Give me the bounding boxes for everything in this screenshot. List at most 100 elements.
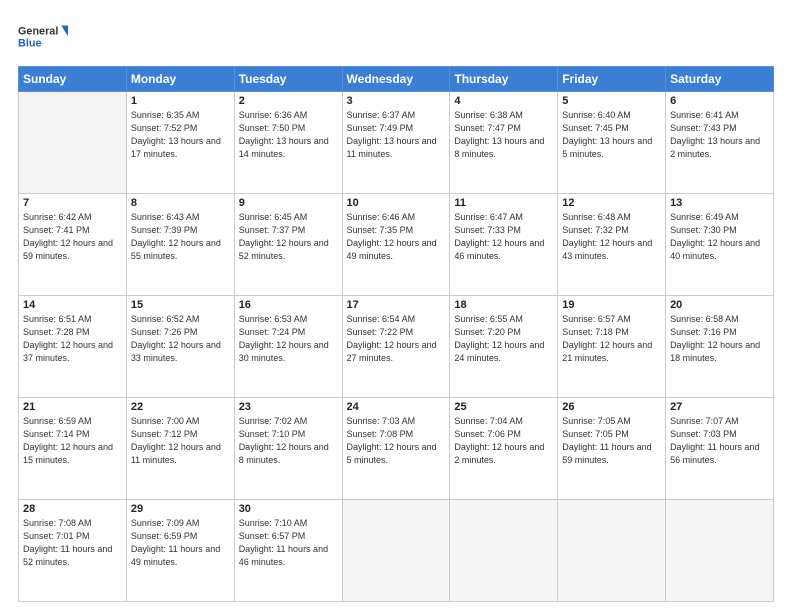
day-info: Sunrise: 7:03 AMSunset: 7:08 PMDaylight:…	[347, 415, 446, 467]
calendar-day-cell: 24 Sunrise: 7:03 AMSunset: 7:08 PMDayligh…	[342, 398, 450, 500]
day-number: 7	[23, 197, 122, 209]
day-number: 16	[239, 299, 338, 311]
day-info: Sunrise: 6:43 AMSunset: 7:39 PMDaylight:…	[131, 211, 230, 263]
calendar-day-cell: 29 Sunrise: 7:09 AMSunset: 6:59 PMDayligh…	[126, 500, 234, 602]
day-info: Sunrise: 7:07 AMSunset: 7:03 PMDaylight:…	[670, 415, 769, 467]
day-number: 8	[131, 197, 230, 209]
day-number: 29	[131, 503, 230, 515]
day-number: 11	[454, 197, 553, 209]
day-info: Sunrise: 6:47 AMSunset: 7:33 PMDaylight:…	[454, 211, 553, 263]
calendar-day-cell	[558, 500, 666, 602]
day-number: 3	[347, 95, 446, 107]
day-number: 12	[562, 197, 661, 209]
calendar-week-row: 14 Sunrise: 6:51 AMSunset: 7:28 PMDayligh…	[19, 296, 774, 398]
calendar-table: SundayMondayTuesdayWednesdayThursdayFrid…	[18, 66, 774, 602]
calendar-day-cell: 9 Sunrise: 6:45 AMSunset: 7:37 PMDaylight…	[234, 194, 342, 296]
weekday-header: Sunday	[19, 67, 127, 92]
calendar-day-cell: 3 Sunrise: 6:37 AMSunset: 7:49 PMDaylight…	[342, 92, 450, 194]
day-number: 25	[454, 401, 553, 413]
svg-text:Blue: Blue	[18, 37, 41, 49]
calendar-day-cell: 15 Sunrise: 6:52 AMSunset: 7:26 PMDayligh…	[126, 296, 234, 398]
day-number: 17	[347, 299, 446, 311]
svg-text:General: General	[18, 26, 58, 38]
calendar-week-row: 21 Sunrise: 6:59 AMSunset: 7:14 PMDayligh…	[19, 398, 774, 500]
day-number: 30	[239, 503, 338, 515]
calendar-day-cell: 1 Sunrise: 6:35 AMSunset: 7:52 PMDaylight…	[126, 92, 234, 194]
calendar-day-cell: 18Sunrise: 6:55 AMSunset: 7:20 PMDayligh…	[450, 296, 558, 398]
calendar-week-row: 7 Sunrise: 6:42 AMSunset: 7:41 PMDaylight…	[19, 194, 774, 296]
day-info: Sunrise: 7:04 AMSunset: 7:06 PMDaylight:…	[454, 415, 553, 467]
day-number: 10	[347, 197, 446, 209]
day-info: Sunrise: 7:08 AMSunset: 7:01 PMDaylight:…	[23, 517, 122, 569]
day-info: Sunrise: 6:37 AMSunset: 7:49 PMDaylight:…	[347, 109, 446, 161]
calendar-week-row: 28Sunrise: 7:08 AMSunset: 7:01 PMDayligh…	[19, 500, 774, 602]
calendar-day-cell: 20 Sunrise: 6:58 AMSunset: 7:16 PMDayligh…	[666, 296, 774, 398]
calendar-day-cell: 21 Sunrise: 6:59 AMSunset: 7:14 PMDayligh…	[19, 398, 127, 500]
weekday-header: Friday	[558, 67, 666, 92]
calendar-day-cell: 19 Sunrise: 6:57 AMSunset: 7:18 PMDayligh…	[558, 296, 666, 398]
day-info: Sunrise: 6:57 AMSunset: 7:18 PMDaylight:…	[562, 313, 661, 365]
day-number: 19	[562, 299, 661, 311]
weekday-header: Monday	[126, 67, 234, 92]
calendar-day-cell: 14 Sunrise: 6:51 AMSunset: 7:28 PMDayligh…	[19, 296, 127, 398]
day-number: 9	[239, 197, 338, 209]
calendar-day-cell	[342, 500, 450, 602]
calendar-day-cell: 22 Sunrise: 7:00 AMSunset: 7:12 PMDayligh…	[126, 398, 234, 500]
day-info: Sunrise: 7:09 AMSunset: 6:59 PMDaylight:…	[131, 517, 230, 569]
calendar-day-cell: 11 Sunrise: 6:47 AMSunset: 7:33 PMDayligh…	[450, 194, 558, 296]
calendar-header-row: SundayMondayTuesdayWednesdayThursdayFrid…	[19, 67, 774, 92]
day-info: Sunrise: 6:41 AMSunset: 7:43 PMDaylight:…	[670, 109, 769, 161]
day-number: 22	[131, 401, 230, 413]
day-number: 20	[670, 299, 769, 311]
day-info: Sunrise: 6:52 AMSunset: 7:26 PMDaylight:…	[131, 313, 230, 365]
calendar-day-cell: 10 Sunrise: 6:46 AMSunset: 7:35 PMDayligh…	[342, 194, 450, 296]
day-number: 26	[562, 401, 661, 413]
day-info: Sunrise: 6:38 AMSunset: 7:47 PMDaylight:…	[454, 109, 553, 161]
calendar-day-cell: 26Sunrise: 7:05 AMSunset: 7:05 PMDayligh…	[558, 398, 666, 500]
page-header: General Blue	[18, 18, 774, 58]
day-number: 5	[562, 95, 661, 107]
calendar-day-cell: 27 Sunrise: 7:07 AMSunset: 7:03 PMDayligh…	[666, 398, 774, 500]
calendar-day-cell: 8 Sunrise: 6:43 AMSunset: 7:39 PMDaylight…	[126, 194, 234, 296]
calendar-day-cell: 2Sunrise: 6:36 AMSunset: 7:50 PMDaylight…	[234, 92, 342, 194]
day-info: Sunrise: 6:51 AMSunset: 7:28 PMDaylight:…	[23, 313, 122, 365]
logo: General Blue	[18, 18, 68, 58]
day-number: 15	[131, 299, 230, 311]
calendar-day-cell: 25 Sunrise: 7:04 AMSunset: 7:06 PMDayligh…	[450, 398, 558, 500]
day-info: Sunrise: 6:45 AMSunset: 7:37 PMDaylight:…	[239, 211, 338, 263]
day-number: 18	[454, 299, 553, 311]
day-number: 24	[347, 401, 446, 413]
calendar-day-cell: 7 Sunrise: 6:42 AMSunset: 7:41 PMDaylight…	[19, 194, 127, 296]
day-number: 27	[670, 401, 769, 413]
day-number: 2	[239, 95, 338, 107]
day-number: 21	[23, 401, 122, 413]
calendar-day-cell: 12 Sunrise: 6:48 AMSunset: 7:32 PMDayligh…	[558, 194, 666, 296]
day-number: 23	[239, 401, 338, 413]
day-number: 13	[670, 197, 769, 209]
calendar-day-cell: 28Sunrise: 7:08 AMSunset: 7:01 PMDayligh…	[19, 500, 127, 602]
calendar-page: General Blue SundayMondayTuesdayWednesda…	[0, 0, 792, 612]
calendar-day-cell: 23Sunrise: 7:02 AMSunset: 7:10 PMDayligh…	[234, 398, 342, 500]
day-number: 1	[131, 95, 230, 107]
day-number: 14	[23, 299, 122, 311]
day-info: Sunrise: 6:59 AMSunset: 7:14 PMDaylight:…	[23, 415, 122, 467]
day-number: 4	[454, 95, 553, 107]
day-info: Sunrise: 6:35 AMSunset: 7:52 PMDaylight:…	[131, 109, 230, 161]
day-info: Sunrise: 7:00 AMSunset: 7:12 PMDaylight:…	[131, 415, 230, 467]
day-info: Sunrise: 6:42 AMSunset: 7:41 PMDaylight:…	[23, 211, 122, 263]
calendar-day-cell	[19, 92, 127, 194]
day-info: Sunrise: 6:53 AMSunset: 7:24 PMDaylight:…	[239, 313, 338, 365]
weekday-header: Saturday	[666, 67, 774, 92]
day-info: Sunrise: 6:58 AMSunset: 7:16 PMDaylight:…	[670, 313, 769, 365]
day-info: Sunrise: 6:40 AMSunset: 7:45 PMDaylight:…	[562, 109, 661, 161]
calendar-day-cell: 17Sunrise: 6:54 AMSunset: 7:22 PMDayligh…	[342, 296, 450, 398]
day-info: Sunrise: 7:10 AMSunset: 6:57 PMDaylight:…	[239, 517, 338, 569]
day-info: Sunrise: 6:46 AMSunset: 7:35 PMDaylight:…	[347, 211, 446, 263]
calendar-day-cell: 30 Sunrise: 7:10 AMSunset: 6:57 PMDayligh…	[234, 500, 342, 602]
calendar-day-cell: 6Sunrise: 6:41 AMSunset: 7:43 PMDaylight…	[666, 92, 774, 194]
calendar-day-cell	[666, 500, 774, 602]
calendar-week-row: 1 Sunrise: 6:35 AMSunset: 7:52 PMDaylight…	[19, 92, 774, 194]
calendar-day-cell: 13Sunrise: 6:49 AMSunset: 7:30 PMDayligh…	[666, 194, 774, 296]
day-info: Sunrise: 6:48 AMSunset: 7:32 PMDaylight:…	[562, 211, 661, 263]
calendar-day-cell	[450, 500, 558, 602]
